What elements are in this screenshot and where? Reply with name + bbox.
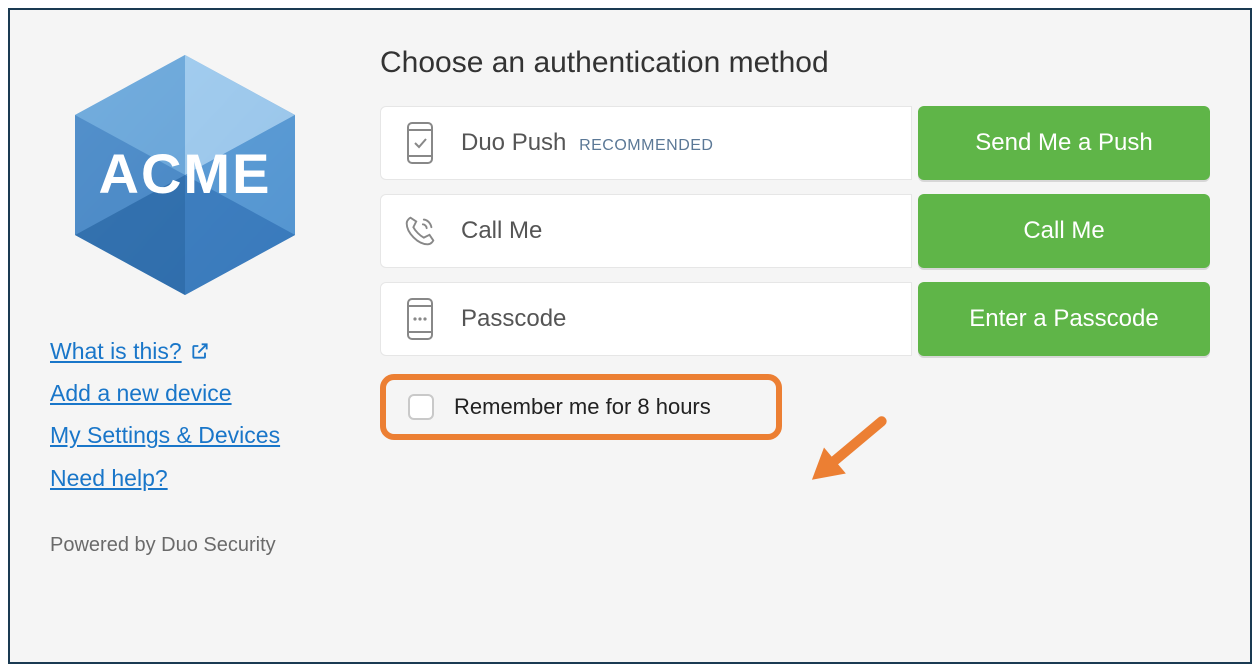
page-title: Choose an authentication method bbox=[380, 46, 1210, 80]
recommended-badge: RECOMMENDED bbox=[579, 137, 713, 154]
powered-by-text: Powered by Duo Security bbox=[50, 534, 320, 557]
sidebar-links: What is this? Add a new device My Settin… bbox=[50, 335, 320, 494]
link-add-device[interactable]: Add a new device bbox=[50, 377, 320, 409]
phone-check-icon bbox=[401, 121, 439, 165]
phone-call-icon bbox=[401, 211, 439, 251]
send-push-button[interactable]: Send Me a Push bbox=[918, 106, 1210, 180]
call-me-button[interactable]: Call Me bbox=[918, 194, 1210, 268]
sidebar: ACME What is this? Add a new device My S… bbox=[50, 40, 320, 632]
link-settings-devices[interactable]: My Settings & Devices bbox=[50, 419, 320, 451]
svg-text:ACME: ACME bbox=[99, 142, 272, 205]
link-label: What is this? bbox=[50, 335, 182, 367]
annotation-arrow-icon bbox=[796, 402, 906, 497]
remember-me-highlight: Remember me for 8 hours bbox=[380, 374, 782, 440]
remember-me-row: Remember me for 8 hours bbox=[380, 374, 782, 440]
link-need-help[interactable]: Need help? bbox=[50, 462, 320, 494]
method-info-call: Call Me bbox=[380, 194, 912, 268]
external-link-icon bbox=[190, 341, 210, 361]
auth-prompt-container: ACME What is this? Add a new device My S… bbox=[8, 8, 1252, 664]
remember-me-checkbox[interactable] bbox=[408, 394, 434, 420]
link-what-is-this[interactable]: What is this? bbox=[50, 335, 320, 367]
phone-passcode-icon bbox=[401, 297, 439, 341]
method-info-push: Duo Push RECOMMENDED bbox=[380, 106, 912, 180]
method-label-call: Call Me bbox=[461, 217, 542, 245]
main-panel: Choose an authentication method Duo Push… bbox=[380, 40, 1210, 632]
hexagon-logo-icon: ACME bbox=[55, 45, 315, 305]
method-info-passcode: Passcode bbox=[380, 282, 912, 356]
remember-me-label: Remember me for 8 hours bbox=[454, 394, 711, 420]
enter-passcode-button[interactable]: Enter a Passcode bbox=[918, 282, 1210, 356]
method-label-passcode: Passcode bbox=[461, 305, 566, 333]
brand-logo: ACME bbox=[50, 40, 320, 310]
method-row-passcode: Passcode Enter a Passcode bbox=[380, 282, 1210, 356]
method-row-push: Duo Push RECOMMENDED Send Me a Push bbox=[380, 106, 1210, 180]
method-name: Duo Push bbox=[461, 129, 566, 156]
method-label-push: Duo Push RECOMMENDED bbox=[461, 129, 713, 157]
method-row-call: Call Me Call Me bbox=[380, 194, 1210, 268]
